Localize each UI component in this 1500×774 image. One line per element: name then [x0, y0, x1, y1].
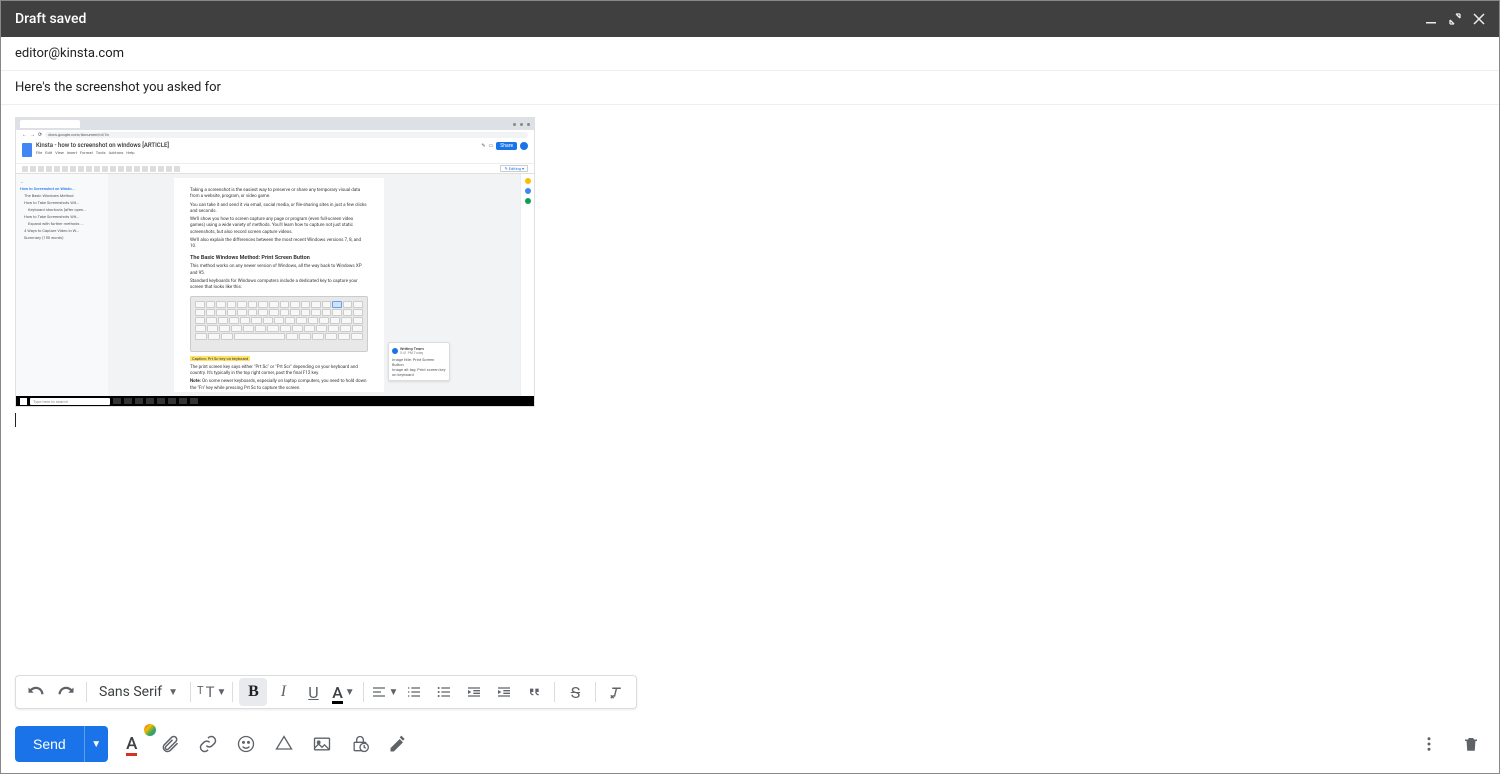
remove-formatting-button[interactable]	[602, 678, 630, 706]
attach-file-icon[interactable]	[156, 730, 184, 758]
send-button[interactable]: Send	[15, 726, 84, 762]
align-button[interactable]: ▼	[370, 678, 398, 706]
minimize-icon[interactable]	[1425, 13, 1437, 25]
format-toolbar: Sans Serif ▼ TT ▼ B I U A▼ ▼ S	[15, 675, 637, 709]
attached-screenshot[interactable]: ←→⟳ docs.google.com/document/d/1b Kinsta…	[15, 117, 535, 407]
mini-url-text: docs.google.com/document/d/1b	[45, 132, 528, 138]
insert-drive-icon[interactable]	[270, 730, 298, 758]
titlebar-actions	[1425, 13, 1485, 25]
subject-row[interactable]: Here's the screenshot you asked for	[1, 71, 1499, 105]
compose-bottom-bar: Send ▼ A	[1, 715, 1499, 773]
font-select[interactable]: Sans Serif ▼	[93, 684, 184, 700]
recipient-value: editor@kinsta.com	[15, 46, 124, 61]
chevron-down-icon: ▼	[389, 687, 399, 698]
font-name: Sans Serif	[99, 684, 162, 700]
underline-button[interactable]: U	[299, 678, 327, 706]
undo-button[interactable]	[22, 678, 50, 706]
mini-docs-header: Kinsta - how to screenshot on windows [A…	[16, 140, 534, 164]
mini-browser-tabs	[16, 118, 534, 130]
recipients-row[interactable]: editor@kinsta.com	[1, 37, 1499, 71]
send-button-group: Send ▼	[15, 726, 108, 762]
mini-docs-menu: FileEditViewInsertFormatToolsAdd-onsHelp	[36, 150, 477, 155]
strikethrough-button[interactable]: S	[561, 678, 589, 706]
mini-docs-title: Kinsta - how to screenshot on windows [A…	[36, 142, 477, 149]
mini-right-sidebar	[520, 174, 534, 396]
docs-logo-icon	[22, 143, 32, 157]
indent-more-button[interactable]	[490, 678, 518, 706]
bullet-list-button[interactable]	[430, 678, 458, 706]
chevron-down-icon: ▼	[217, 687, 227, 698]
keyboard-image	[190, 296, 368, 352]
compose-titlebar: Draft saved	[1, 1, 1499, 37]
insert-link-icon[interactable]	[194, 730, 222, 758]
mini-outline: ← How to Screenshot on Windo... The Basi…	[16, 174, 108, 396]
formatting-options-icon[interactable]: A	[118, 730, 146, 758]
close-icon[interactable]	[1473, 13, 1485, 25]
message-body[interactable]: ←→⟳ docs.google.com/document/d/1b Kinsta…	[1, 105, 1499, 677]
chevron-down-icon: ▼	[168, 687, 178, 698]
text-caret	[15, 413, 16, 427]
font-size-button[interactable]: TT ▼	[197, 678, 226, 706]
numbered-list-button[interactable]	[400, 678, 428, 706]
mini-docs-toolbar: ✎ Editing ▾	[16, 164, 534, 174]
insert-signature-icon[interactable]	[384, 730, 412, 758]
chevron-down-icon: ▼	[345, 687, 355, 698]
confidential-mode-icon[interactable]	[346, 730, 374, 758]
mini-urlbar: ←→⟳ docs.google.com/document/d/1b	[16, 130, 534, 140]
more-options-icon[interactable]	[1415, 730, 1443, 758]
quote-button[interactable]	[520, 678, 548, 706]
italic-button[interactable]: I	[269, 678, 297, 706]
redo-button[interactable]	[52, 678, 80, 706]
mini-doc-page: Taking a screenshot is the easiest way t…	[174, 178, 384, 392]
mini-comment-panel: Writing Team 5:41 PM Today Image title: …	[384, 178, 454, 392]
insert-photo-icon[interactable]	[308, 730, 336, 758]
popout-icon[interactable]	[1449, 13, 1461, 25]
discard-draft-icon[interactable]	[1457, 730, 1485, 758]
window-title: Draft saved	[15, 11, 86, 27]
indent-less-button[interactable]	[460, 678, 488, 706]
mini-windows-taskbar: Type here to search	[16, 396, 534, 406]
send-more-button[interactable]: ▼	[84, 726, 108, 762]
bold-button[interactable]: B	[239, 678, 267, 706]
subject-value: Here's the screenshot you asked for	[15, 80, 221, 95]
mini-share-button: Share	[496, 142, 517, 150]
insert-emoji-icon[interactable]	[232, 730, 260, 758]
text-color-button[interactable]: A▼	[329, 678, 357, 706]
